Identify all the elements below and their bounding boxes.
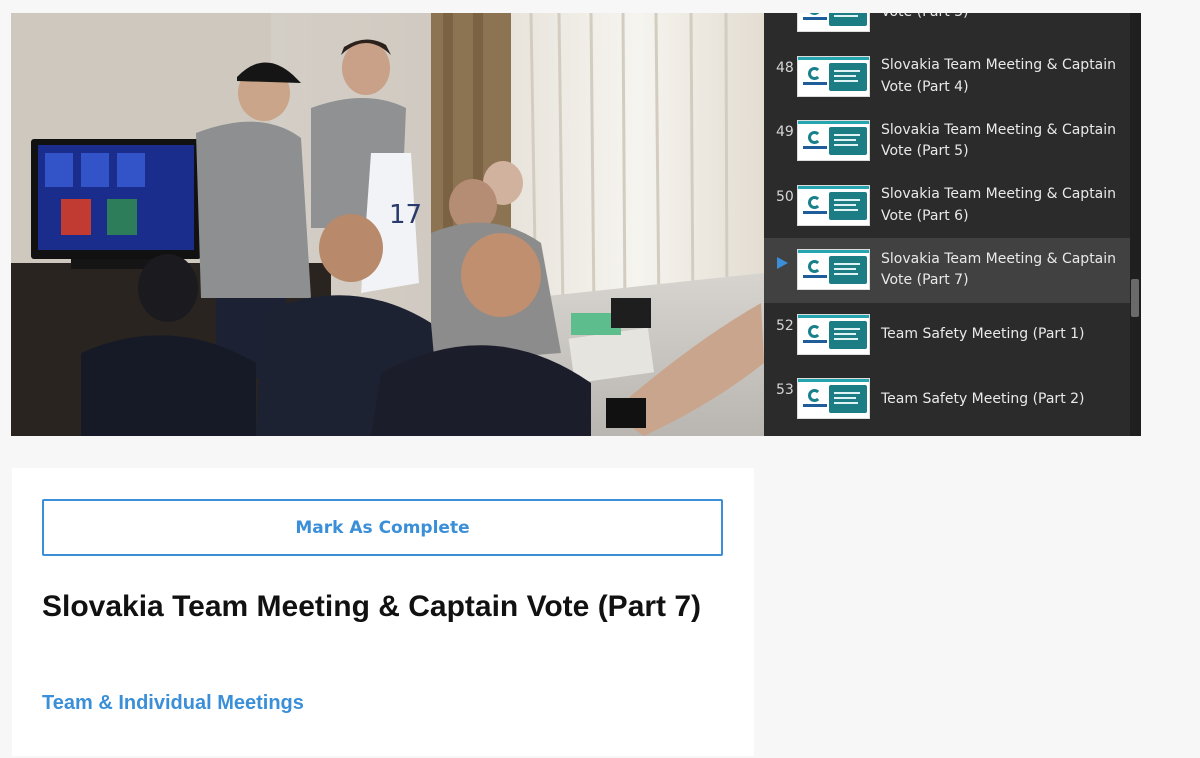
playlist-item[interactable]: Vote (Part 3) <box>764 13 1130 45</box>
mark-as-complete-button[interactable]: Mark As Complete <box>42 499 723 556</box>
category-link[interactable]: Team & Individual Meetings <box>42 692 304 715</box>
brand-logo-icon <box>803 65 827 89</box>
lesson-title: Slovakia Team Meeting & Captain Vote (Pa… <box>42 590 702 623</box>
brand-logo-icon <box>803 387 827 411</box>
video-player[interactable]: 17 <box>11 13 764 436</box>
playlist-item-number: 52 <box>776 317 794 334</box>
brand-logo-icon <box>803 13 827 24</box>
playlist-item-number: 49 <box>776 124 794 140</box>
playlist-item-title: Slovakia Team Meeting & Captain Vote (Pa… <box>881 186 1117 224</box>
brand-logo-icon <box>803 129 827 153</box>
playlist-item-number: 48 <box>776 59 794 76</box>
playlist-item-number: 50 <box>776 188 794 205</box>
playlist-item-title: Slovakia Team Meeting & Captain Vote (Pa… <box>881 57 1117 95</box>
lesson-playlist: Vote (Part 3) 48 Slovakia Team Meeting & C… <box>764 13 1141 436</box>
playlist-item-title: Slovakia Team Meeting & Captain Vote (Pa… <box>881 250 1117 289</box>
play-icon <box>777 257 788 269</box>
playlist-item[interactable]: 50 Slovakia Team Meeting & Captain Vote (… <box>764 174 1130 239</box>
playlist-scrollbar[interactable] <box>1130 13 1141 436</box>
playlist-item-title: Team Safety Meeting (Part 1) <box>881 326 1085 342</box>
playlist-item-thumbnail <box>797 13 870 32</box>
playlist-item[interactable]: 53 Team Safety Meeting (Part 2) <box>764 367 1130 432</box>
playlist-items: Vote (Part 3) 48 Slovakia Team Meeting & C… <box>764 13 1130 436</box>
playlist-item-thumbnail <box>797 184 870 226</box>
playlist-item[interactable] <box>764 432 1130 437</box>
playlist-item-thumbnail <box>797 313 870 355</box>
brand-logo-icon <box>803 258 827 282</box>
playlist-item-number: 53 <box>776 382 794 398</box>
video-frame-image: 17 <box>11 13 764 436</box>
playlist-item[interactable]: Slovakia Team Meeting & Captain Vote (Pa… <box>764 238 1130 303</box>
playlist-item-thumbnail <box>797 378 870 419</box>
playlist-item[interactable]: 48 Slovakia Team Meeting & Captain Vote (… <box>764 45 1130 110</box>
playlist-item-title: Team Safety Meeting (Part 2) <box>881 390 1085 407</box>
playlist-item-title: Vote (Part 3) <box>881 13 1121 45</box>
lesson-info-card: Mark As Complete Slovakia Team Meeting &… <box>12 468 754 756</box>
playlist-scrollbar-thumb[interactable] <box>1131 279 1139 317</box>
brand-logo-icon <box>803 194 827 218</box>
playlist-item[interactable]: 49 Slovakia Team Meeting & Captain Vote (… <box>764 109 1130 174</box>
playlist-item[interactable]: 52 Team Safety Meeting (Part 1) <box>764 303 1130 368</box>
playlist-item-title <box>881 432 1121 437</box>
jersey-number: 17 <box>389 200 422 230</box>
brand-logo-icon <box>803 323 827 347</box>
playlist-item-thumbnail <box>797 249 870 290</box>
playlist-item-thumbnail <box>797 55 870 97</box>
playlist-item-thumbnail <box>797 120 870 161</box>
playlist-item-title: Slovakia Team Meeting & Captain Vote (Pa… <box>881 121 1117 160</box>
